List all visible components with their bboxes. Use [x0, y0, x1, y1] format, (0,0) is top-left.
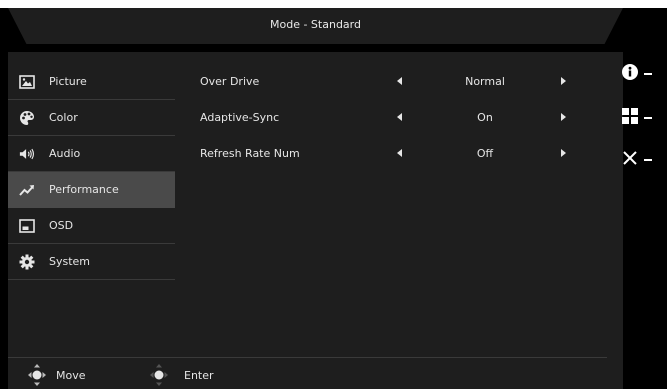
osd-footer: Move Enter — [0, 360, 620, 389]
hotkey-grid[interactable] — [622, 108, 667, 128]
osd-header: Mode - Standard — [8, 8, 623, 44]
setting-row-over-drive[interactable]: Over Drive Normal — [185, 64, 605, 100]
arrow-left-icon[interactable] — [397, 113, 402, 121]
arrow-right-icon[interactable] — [561, 77, 566, 85]
footer-divider — [8, 357, 607, 358]
osd-icon — [19, 218, 35, 234]
hotkey-dash — [644, 73, 652, 75]
hotkey-dash — [644, 159, 652, 161]
sidebar-item-label: OSD — [49, 219, 74, 232]
sidebar-menu: Picture Color Audio Performance OSD Syst… — [8, 64, 175, 280]
sidebar-item-label: Performance — [49, 183, 119, 196]
sidebar-item-osd[interactable]: OSD — [8, 208, 175, 244]
hotkey-close[interactable] — [622, 150, 667, 170]
arrow-right-icon[interactable] — [561, 113, 566, 121]
osd-body: Picture Color Audio Performance OSD Syst… — [8, 52, 623, 389]
sidebar-item-picture[interactable]: Picture — [8, 64, 175, 100]
sidebar-item-label: Color — [49, 111, 78, 124]
move-label: Move — [56, 369, 86, 382]
sidebar-item-label: Picture — [49, 75, 87, 88]
osd-panel: Mode - Standard Picture Color Audio Perf… — [0, 8, 667, 389]
hotkey-column — [617, 8, 667, 389]
hotkey-info[interactable] — [622, 64, 667, 84]
sidebar-item-color[interactable]: Color — [8, 100, 175, 136]
setting-row-adaptive-sync[interactable]: Adaptive-Sync On — [185, 100, 605, 136]
arrow-left-icon[interactable] — [397, 149, 402, 157]
enter-label: Enter — [184, 369, 214, 382]
sidebar-item-audio[interactable]: Audio — [8, 136, 175, 172]
joystick-enter-icon — [150, 364, 168, 389]
info-icon — [622, 64, 638, 84]
joystick-move-icon — [28, 364, 46, 389]
setting-value: On — [477, 111, 493, 124]
gear-icon — [19, 254, 35, 270]
arrow-right-icon[interactable] — [561, 149, 566, 157]
sidebar-item-system[interactable]: System — [8, 244, 175, 280]
setting-value: Normal — [465, 75, 505, 88]
arrow-left-icon[interactable] — [397, 77, 402, 85]
sidebar-item-label: Audio — [49, 147, 81, 160]
caption-strip — [0, 0, 667, 8]
setting-value: Off — [476, 147, 494, 160]
speaker-icon — [19, 146, 35, 162]
hotkey-dash — [644, 117, 652, 119]
setting-label: Refresh Rate Num — [200, 147, 300, 160]
settings-list: Over Drive Normal Adaptive-Sync On Refre… — [185, 64, 605, 172]
picture-icon — [19, 74, 35, 90]
sidebar-item-label: System — [49, 255, 91, 268]
trend-icon — [19, 182, 35, 198]
grid-icon — [622, 108, 638, 128]
setting-label: Over Drive — [200, 75, 260, 88]
mode-title: Mode - Standard — [270, 18, 361, 31]
sidebar-item-performance[interactable]: Performance — [8, 172, 175, 208]
setting-label: Adaptive-Sync — [200, 111, 280, 124]
close-icon — [622, 150, 638, 170]
setting-row-refresh-rate-num[interactable]: Refresh Rate Num Off — [185, 136, 605, 172]
palette-icon — [19, 110, 35, 126]
